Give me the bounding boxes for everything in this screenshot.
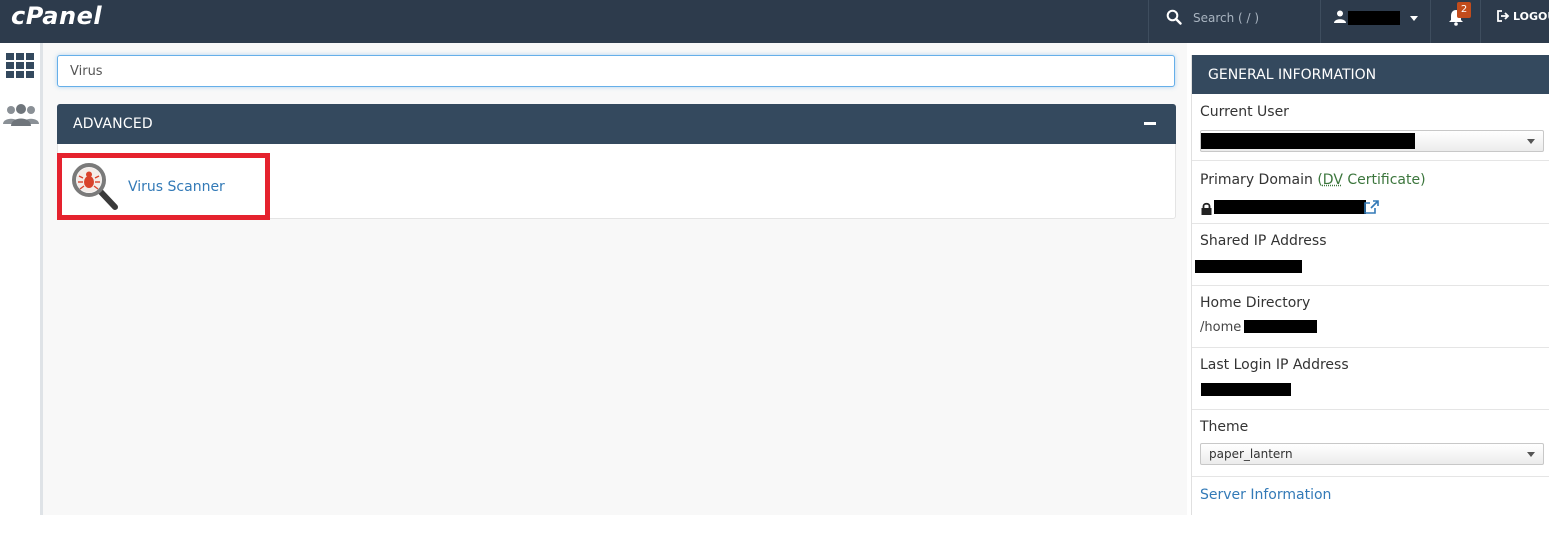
shared-ip-label: Shared IP Address — [1200, 233, 1327, 249]
users-icon[interactable] — [3, 104, 39, 126]
last-login-label: Last Login IP Address — [1200, 357, 1349, 373]
current-user-label: Current User — [1200, 104, 1289, 120]
main-content: ADVANCED Virus Scanner — [43, 43, 1187, 515]
chevron-down-icon — [1527, 139, 1535, 144]
chevron-down-icon — [1527, 452, 1535, 457]
external-link-icon[interactable] — [1364, 200, 1379, 214]
server-information-link[interactable]: Server Information — [1200, 487, 1331, 503]
navbar-divider — [1148, 0, 1149, 43]
navbar-divider — [1430, 0, 1431, 43]
lock-icon — [1201, 202, 1212, 215]
global-search[interactable] — [1150, 0, 1320, 43]
logout-icon — [1497, 10, 1510, 22]
primary-domain-row: Primary Domain (DV Certificate) — [1192, 160, 1549, 224]
theme-select[interactable]: paper_lantern — [1200, 443, 1544, 465]
quick-find-input[interactable] — [57, 55, 1175, 87]
primary-domain-redacted — [1214, 200, 1366, 214]
last-login-ip-redacted — [1201, 383, 1291, 396]
theme-row: Theme paper_lantern — [1192, 409, 1549, 477]
home-directory-redacted — [1244, 320, 1317, 333]
current-user-row: Current User — [1192, 94, 1549, 161]
current-user-select[interactable] — [1200, 130, 1544, 152]
chevron-down-icon — [1410, 16, 1418, 21]
shared-ip-redacted — [1195, 260, 1302, 273]
shared-ip-row: Shared IP Address — [1192, 223, 1549, 286]
notifications-count-badge: 2 — [1457, 2, 1471, 18]
dv-certificate-info[interactable]: (DV Certificate) — [1317, 172, 1425, 188]
last-login-row: Last Login IP Address — [1192, 347, 1549, 410]
username-redacted — [1348, 11, 1400, 25]
left-sidebar — [0, 43, 43, 515]
theme-label: Theme — [1200, 419, 1249, 435]
group-panel-title: ADVANCED — [73, 116, 153, 132]
virus-scanner-icon — [72, 163, 118, 210]
grid-icon[interactable] — [6, 53, 34, 78]
primary-domain-label: Primary Domain (DV Certificate) — [1200, 172, 1426, 188]
general-information-title: GENERAL INFORMATION — [1208, 67, 1377, 83]
search-icon — [1166, 9, 1182, 25]
virus-scanner-item[interactable]: Virus Scanner — [57, 153, 270, 220]
navbar-divider — [1480, 0, 1481, 43]
theme-select-value: paper_lantern — [1209, 447, 1293, 461]
global-search-input[interactable] — [1193, 9, 1313, 27]
virus-scanner-link[interactable]: Virus Scanner — [128, 179, 225, 195]
collapse-icon[interactable] — [1144, 122, 1156, 125]
current-user-redacted — [1201, 133, 1415, 149]
cpanel-logo[interactable]: cPanel — [11, 2, 102, 30]
home-directory-label: Home Directory — [1200, 295, 1311, 311]
general-information-header: GENERAL INFORMATION — [1192, 55, 1549, 94]
group-panel-header[interactable]: ADVANCED — [57, 104, 1176, 144]
logout-label: LOGOUT — [1513, 10, 1549, 23]
general-information-panel: GENERAL INFORMATION Current User Primary… — [1191, 55, 1549, 515]
top-navbar: cPanel 2 LOGOUT — [0, 0, 1549, 43]
notifications-button[interactable]: 2 — [1432, 0, 1480, 43]
user-icon — [1334, 10, 1346, 23]
home-directory-value: /home — [1200, 320, 1242, 335]
logout-button[interactable]: LOGOUT — [1482, 0, 1549, 43]
home-directory-row: Home Directory /home — [1192, 285, 1549, 348]
navbar-divider — [1320, 0, 1321, 43]
user-menu[interactable] — [1322, 0, 1430, 43]
